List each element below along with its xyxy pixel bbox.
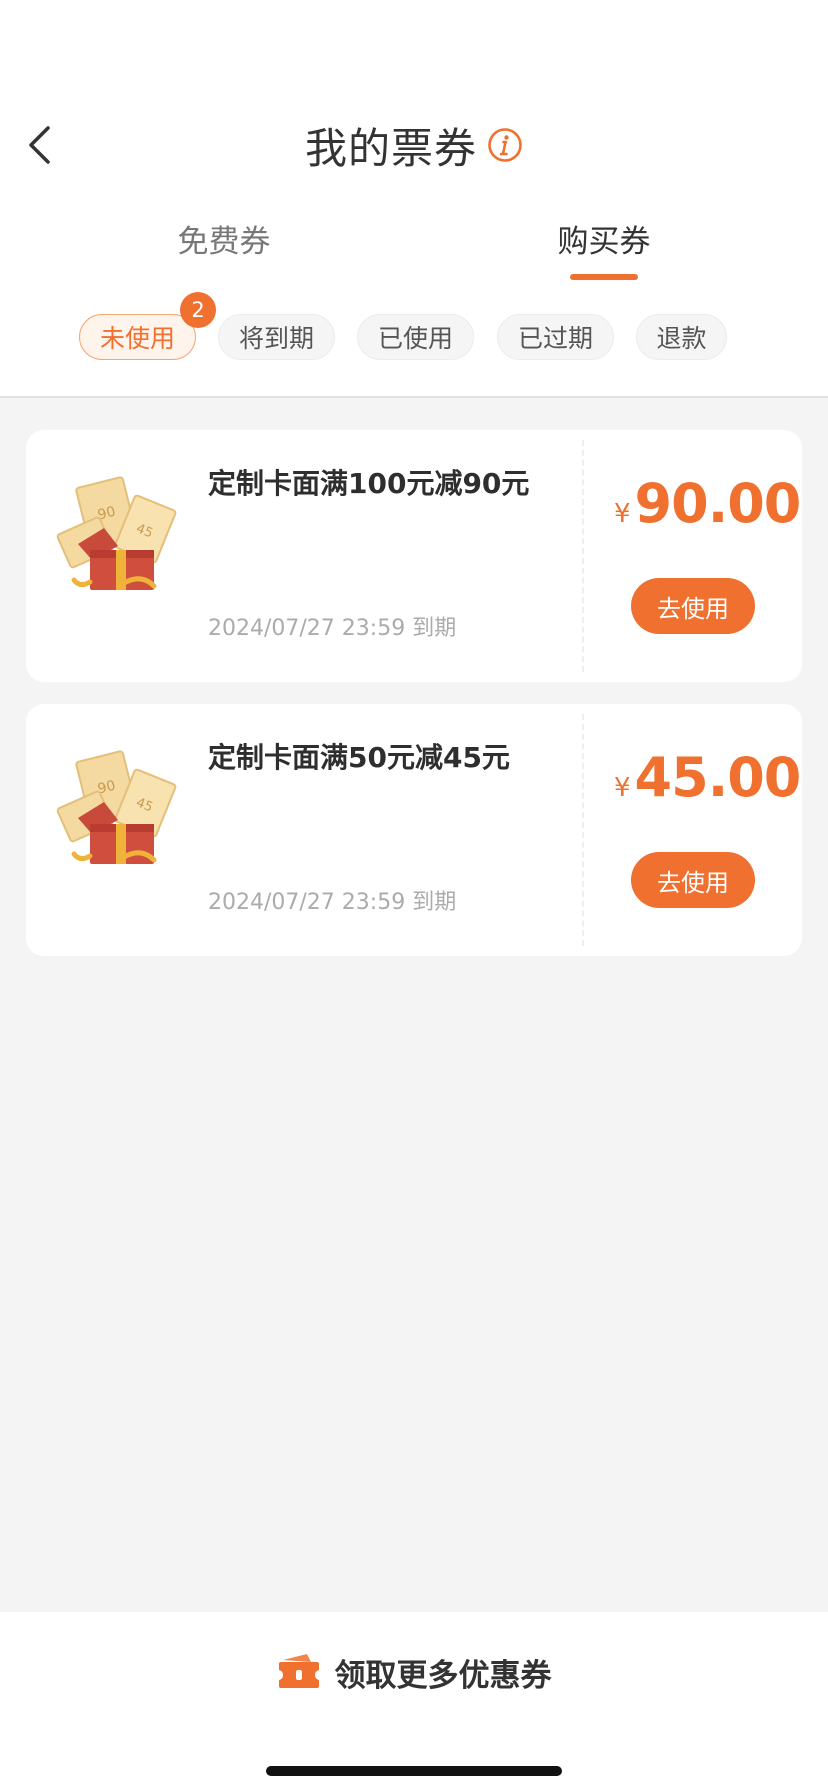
info-icon[interactable] [487, 127, 523, 163]
title-bar: 我的票券 [0, 112, 828, 178]
tab-active-indicator [570, 274, 638, 280]
ticket-icon [278, 1654, 319, 1688]
filter-chip-label: 将到期 [238, 324, 314, 353]
filter-chip-refund[interactable]: 退款 [636, 314, 727, 360]
currency-symbol: ¥ [614, 773, 631, 803]
tab-bar: 免费券 购买券 [0, 216, 828, 276]
filter-chip-expiring[interactable]: 将到期 [218, 314, 335, 360]
home-indicator [266, 1766, 562, 1776]
coupon-amount: 90.00 [634, 472, 802, 535]
coupon-card: 90 45 定制卡面满50元减45元 2024/07/27 23:59 到期 ¥… [26, 704, 802, 956]
tab-free-coupons[interactable]: 免费券 [134, 216, 314, 261]
filter-chips: 未使用 将到期 已使用 已过期 退款 [0, 314, 828, 362]
coupon-card: 90 45 定制卡面满100元减90元 2024/07/27 23:59 到期 … [26, 430, 802, 682]
gift-box-coupon-icon: 90 45 [56, 476, 177, 590]
filter-chip-label: 已使用 [377, 324, 453, 353]
currency-symbol: ¥ [614, 499, 631, 529]
filter-chip-used[interactable]: 已使用 [357, 314, 474, 360]
coupon-amount: 45.00 [634, 746, 802, 809]
tab-purchased-coupons[interactable]: 购买券 [514, 216, 694, 261]
gift-box-coupon-icon: 90 45 [56, 750, 177, 864]
get-more-coupons-button[interactable]: 领取更多优惠券 [0, 1642, 828, 1702]
coupon-title: 定制卡面满100元减90元 [208, 467, 530, 500]
coupon-expiry: 2024/07/27 23:59 到期 [208, 890, 457, 915]
use-coupon-button[interactable]: 去使用 [631, 852, 755, 908]
header: 我的票券 免费券 购买券 未使用 将到期 已使用 已过期 退款 2 [0, 0, 828, 398]
filter-chip-expired[interactable]: 已过期 [497, 314, 614, 360]
bottom-bar: 领取更多优惠券 [0, 1612, 828, 1792]
coupon-price: ¥ 45.00 [614, 746, 802, 809]
use-coupon-button[interactable]: 去使用 [631, 578, 755, 634]
card-divider [582, 714, 584, 946]
filter-chip-label: 已过期 [517, 324, 593, 353]
card-divider [582, 440, 584, 672]
coupon-expiry: 2024/07/27 23:59 到期 [208, 616, 457, 641]
get-more-coupons-label: 领取更多优惠券 [334, 1657, 552, 1694]
filter-chip-label: 退款 [656, 324, 707, 353]
coupon-title: 定制卡面满50元减45元 [208, 741, 510, 774]
filter-chip-label: 未使用 [99, 324, 175, 353]
filter-chip-unused[interactable]: 未使用 [79, 314, 196, 360]
unused-count-badge: 2 [180, 292, 216, 328]
page-title: 我的票券 [304, 123, 477, 173]
coupon-price: ¥ 90.00 [614, 472, 802, 535]
